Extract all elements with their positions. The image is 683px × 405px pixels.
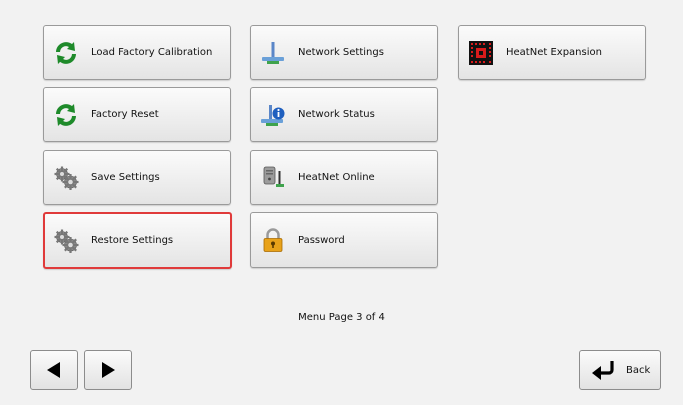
factory-reset-button[interactable]: Factory Reset bbox=[43, 87, 231, 142]
button-label: HeatNet Expansion bbox=[506, 47, 602, 58]
return-arrow-icon bbox=[592, 361, 614, 380]
menu-screen: Load Factory Calibration Factory Reset S… bbox=[0, 0, 683, 405]
back-button[interactable]: Back bbox=[579, 350, 661, 390]
heatnet-expansion-button[interactable]: HeatNet Expansion bbox=[458, 25, 646, 80]
network-info-icon bbox=[261, 104, 285, 126]
server-icon bbox=[263, 166, 284, 187]
next-page-button[interactable] bbox=[84, 350, 132, 390]
button-label: Network Status bbox=[298, 109, 375, 120]
triangle-right-icon bbox=[102, 362, 115, 378]
gears-icon bbox=[54, 166, 79, 190]
triangle-left-icon bbox=[47, 362, 60, 378]
button-label: Password bbox=[298, 234, 345, 246]
network-status-button[interactable]: Network Status bbox=[250, 87, 438, 142]
button-label: Save Settings bbox=[91, 172, 160, 183]
back-label: Back bbox=[626, 364, 651, 376]
previous-page-button[interactable] bbox=[30, 350, 78, 390]
button-label: Load Factory Calibration bbox=[91, 47, 213, 58]
network-settings-button[interactable]: Network Settings bbox=[250, 25, 438, 80]
password-button[interactable]: Password bbox=[250, 212, 438, 268]
button-label: HeatNet Online bbox=[298, 172, 375, 183]
padlock-icon bbox=[263, 228, 283, 252]
refresh-icon bbox=[56, 103, 76, 126]
heatnet-online-button[interactable]: HeatNet Online bbox=[250, 150, 438, 205]
load-factory-calibration-button[interactable]: Load Factory Calibration bbox=[43, 25, 231, 80]
button-label: Network Settings bbox=[298, 47, 384, 58]
chip-icon bbox=[469, 40, 493, 65]
button-label: Restore Settings bbox=[91, 235, 174, 246]
button-label: Factory Reset bbox=[91, 109, 159, 120]
gears-icon bbox=[54, 229, 79, 253]
save-settings-button[interactable]: Save Settings bbox=[43, 150, 231, 205]
refresh-icon bbox=[56, 41, 76, 64]
page-indicator: Menu Page 3 of 4 bbox=[298, 312, 385, 323]
restore-settings-button[interactable]: Restore Settings bbox=[43, 212, 232, 269]
network-icon bbox=[262, 41, 284, 64]
